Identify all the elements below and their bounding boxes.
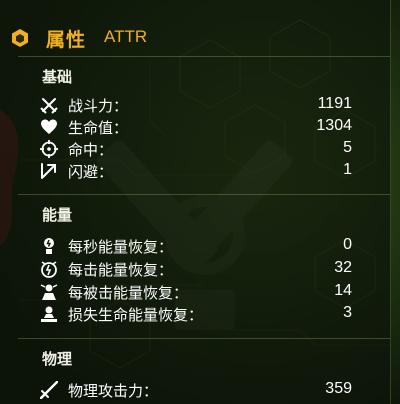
stat-value: 1: [343, 161, 352, 178]
stat-value: 3: [343, 304, 352, 321]
divider: [18, 338, 390, 339]
stat-value: 0: [343, 236, 352, 253]
attributes-panel: 属性 ATTR 基础 战斗力： 1191 生命值： 1304 命中： 5 闪避：…: [0, 0, 391, 404]
stat-row-physical-attack: 物理攻击力： 359: [0, 379, 372, 401]
stat-value: 32: [334, 259, 352, 276]
stat-label: 命中：: [68, 141, 114, 159]
stat-row-hit: 命中： 5: [0, 138, 372, 160]
stat-label: 战斗力：: [68, 97, 129, 115]
stat-value: 359: [325, 380, 352, 397]
energy-when-hit-icon: [40, 284, 58, 300]
stat-label: 生命值：: [68, 119, 129, 137]
stat-value: 1304: [316, 117, 352, 134]
energy-per-second-icon: [44, 238, 54, 254]
stat-row-combat-power: 战斗力： 1191: [0, 94, 372, 116]
panel-subtitle: ATTR: [104, 27, 148, 46]
stat-row-energy-per-hit: 每击能量恢复： 32: [0, 258, 372, 280]
stat-row-energy-when-hit: 每被击能量恢复： 14: [0, 281, 372, 303]
panel-title: 属性: [46, 29, 87, 51]
energy-hp-loss-icon: [41, 306, 57, 322]
crossed-swords-icon: [40, 98, 58, 114]
stat-row-hp: 生命值： 1304: [0, 116, 372, 138]
stat-value: 1191: [317, 95, 352, 112]
stat-label: 损失生命能量恢复：: [68, 306, 204, 324]
stat-label: 每秒能量恢复：: [68, 238, 174, 256]
stat-value: 14: [334, 282, 352, 299]
stat-label: 每被击能量恢复：: [68, 284, 189, 302]
section-title-basic: 基础: [42, 68, 73, 86]
stat-label: 每击能量恢复：: [68, 261, 174, 279]
divider: [18, 194, 390, 195]
sword-icon: [40, 381, 58, 399]
section-title-physical: 物理: [42, 350, 73, 368]
stat-label: 物理攻击力：: [68, 382, 159, 400]
divider: [18, 56, 390, 57]
dodge-arrow-icon: [41, 163, 56, 179]
crosshair-icon: [40, 140, 58, 158]
stat-row-dodge: 闪避： 1: [0, 160, 372, 182]
stat-value: 5: [343, 139, 352, 156]
stat-label: 闪避：: [68, 163, 114, 181]
panel-header: 属性 ATTR: [0, 18, 390, 54]
stat-row-energy-hp-loss: 损失生命能量恢复： 3: [0, 303, 372, 325]
stat-row-energy-per-second: 每秒能量恢复： 0: [0, 235, 372, 257]
hexagon-attr-icon: [12, 29, 28, 47]
energy-per-hit-icon: [41, 261, 57, 278]
section-title-energy: 能量: [42, 206, 73, 224]
heart-icon: [41, 119, 57, 134]
